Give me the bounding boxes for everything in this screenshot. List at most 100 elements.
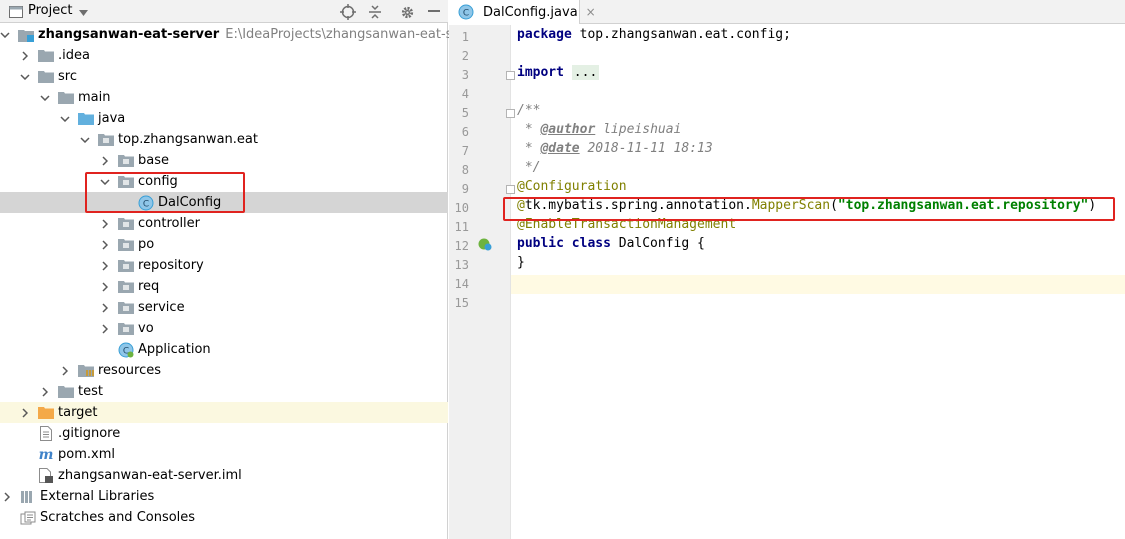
tree-item-resources[interactable]: resources <box>0 360 448 381</box>
line-number: 6 <box>461 125 469 139</box>
source-folder-icon <box>78 111 94 127</box>
close-icon[interactable]: × <box>586 5 596 19</box>
spring-bean-icon[interactable] <box>477 236 493 252</box>
project-view-title[interactable]: Project <box>28 3 72 18</box>
tree-item-java[interactable]: java <box>0 108 448 129</box>
tree-item-vo[interactable]: vo <box>0 318 448 339</box>
chevron-down-icon[interactable] <box>80 129 90 150</box>
code-line-6: /** <box>517 103 541 118</box>
line-number: 5 <box>461 106 469 120</box>
line-number: 9 <box>461 182 469 196</box>
code-content[interactable]: package top.zhangsanwan.eat.config; impo… <box>511 25 1125 539</box>
editor-tab-bar: C DalConfig.java × <box>449 0 1125 24</box>
code-line-8: * @date 2018-11-11 18:13 <box>517 141 713 156</box>
text-file-icon <box>38 426 54 442</box>
folded-imports[interactable]: ... <box>571 65 600 80</box>
package-icon <box>98 132 114 148</box>
tree-item-service[interactable]: service <box>0 297 448 318</box>
chevron-down-icon[interactable] <box>20 66 30 87</box>
chevron-right-icon[interactable] <box>100 234 110 255</box>
line-number: 4 <box>461 87 469 101</box>
locate-icon[interactable] <box>340 4 356 20</box>
chevron-right-icon[interactable] <box>20 402 30 423</box>
package-icon <box>118 300 134 316</box>
libraries-icon <box>20 489 36 505</box>
tree-item-root[interactable]: zhangsanwan-eat-server E:\IdeaProjects\z… <box>0 24 487 45</box>
code-line-14: } <box>517 255 525 270</box>
chevron-right-icon[interactable] <box>100 150 110 171</box>
chevron-right-icon[interactable] <box>20 45 30 66</box>
collapse-all-icon[interactable] <box>367 4 383 20</box>
line-number: 7 <box>461 144 469 158</box>
line-number: 8 <box>461 163 469 177</box>
tree-item-repository[interactable]: repository <box>0 255 448 276</box>
class-icon: C <box>458 4 474 20</box>
line-number: 10 <box>454 201 469 215</box>
chevron-down-icon[interactable] <box>75 5 91 21</box>
spring-class-icon: C <box>118 342 134 358</box>
tree-item-application[interactable]: C Application <box>0 339 448 360</box>
tree-item-gitignore[interactable]: .gitignore <box>0 423 448 444</box>
chevron-down-icon[interactable] <box>40 87 50 108</box>
chevron-right-icon[interactable] <box>100 297 110 318</box>
tree-item-base[interactable]: base <box>0 150 448 171</box>
chevron-right-icon[interactable] <box>60 360 70 381</box>
code-editor: C DalConfig.java × 1 2 3 4 5 6 7 8 9 10 … <box>449 0 1125 539</box>
highlight-box-mapperscan <box>503 197 1115 221</box>
chevron-right-icon[interactable] <box>40 381 50 402</box>
chevron-right-icon[interactable] <box>100 276 110 297</box>
code-line-9: */ <box>517 160 541 175</box>
svg-text:C: C <box>463 9 469 19</box>
line-number: 13 <box>454 258 469 272</box>
tree-item-po[interactable]: po <box>0 234 448 255</box>
tree-item-pom[interactable]: m pom.xml <box>0 444 448 465</box>
scratches-icon <box>20 510 36 526</box>
hide-panel-icon[interactable] <box>426 4 442 20</box>
chevron-right-icon[interactable] <box>2 486 12 507</box>
resources-folder-icon <box>78 363 94 379</box>
iml-file-icon <box>38 468 54 484</box>
folder-icon <box>58 384 74 400</box>
chevron-right-icon[interactable] <box>100 318 110 339</box>
chevron-right-icon[interactable] <box>100 255 110 276</box>
package-icon <box>118 153 134 169</box>
tree-item-src[interactable]: src <box>0 66 448 87</box>
line-number: 11 <box>454 220 469 234</box>
line-number: 14 <box>454 277 469 291</box>
line-number: 15 <box>454 296 469 310</box>
tab-dalconfig[interactable]: C DalConfig.java × <box>449 0 596 24</box>
project-view-icon <box>8 4 24 20</box>
tree-item-controller[interactable]: controller <box>0 213 448 234</box>
code-line-1: package top.zhangsanwan.eat.config; <box>517 27 791 42</box>
tree-item-main[interactable]: main <box>0 87 448 108</box>
chevron-down-icon[interactable] <box>0 24 10 45</box>
line-number: 2 <box>461 49 469 63</box>
tree-item-iml[interactable]: zhangsanwan-eat-server.iml <box>0 465 448 486</box>
chevron-right-icon[interactable] <box>100 213 110 234</box>
package-icon <box>118 258 134 274</box>
excluded-folder-icon <box>38 405 54 421</box>
code-line-7: * @author lipeishuai <box>517 122 682 137</box>
tree-item-idea[interactable]: .idea <box>0 45 448 66</box>
tree-item-scratches[interactable]: Scratches and Consoles <box>0 507 448 528</box>
line-number: 3 <box>461 68 469 82</box>
folder-icon <box>58 90 74 106</box>
code-line-13: public class DalConfig { <box>517 236 705 251</box>
maven-icon: m <box>38 446 54 463</box>
package-icon <box>118 321 134 337</box>
highlight-box-config <box>85 172 245 213</box>
tree-item-external-libraries[interactable]: External Libraries <box>0 486 448 507</box>
tree-item-req[interactable]: req <box>0 276 448 297</box>
line-number: 12 <box>454 239 469 253</box>
tree-item-target[interactable]: target <box>0 402 448 423</box>
folder-icon <box>38 69 54 85</box>
project-panel-header: Project <box>0 0 448 23</box>
package-icon <box>118 216 134 232</box>
tree-item-package-root[interactable]: top.zhangsanwan.eat <box>0 129 448 150</box>
tree-item-test[interactable]: test <box>0 381 448 402</box>
package-icon <box>118 237 134 253</box>
code-line-10: @Configuration <box>517 179 627 194</box>
module-folder-icon <box>18 27 34 43</box>
chevron-down-icon[interactable] <box>60 108 70 129</box>
gear-icon[interactable] <box>399 4 415 20</box>
